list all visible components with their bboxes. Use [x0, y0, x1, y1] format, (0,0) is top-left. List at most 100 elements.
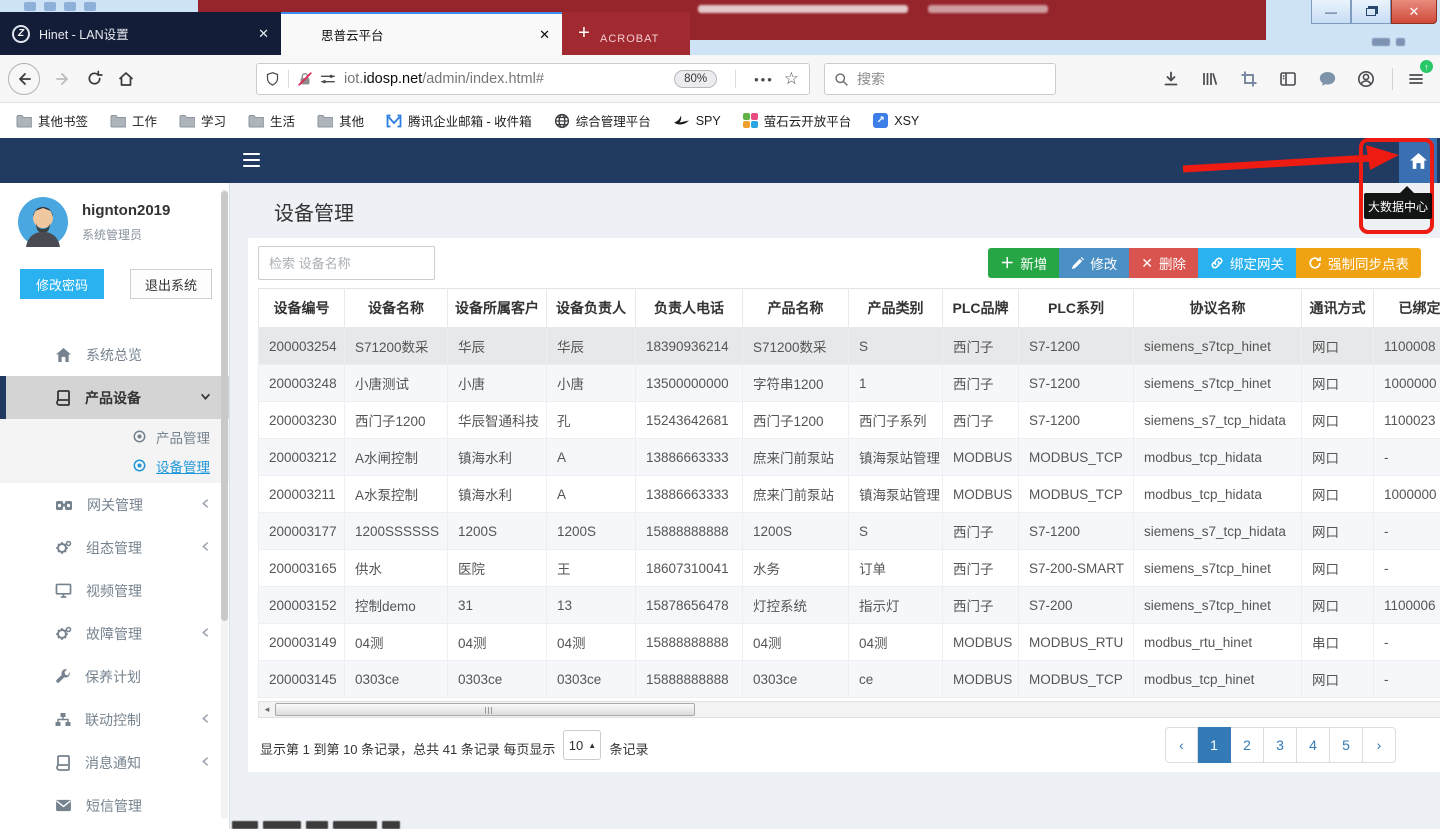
sidebar-item-device-mgmt[interactable]: 设备管理	[0, 451, 229, 480]
logout-button[interactable]: 退出系统	[130, 269, 212, 299]
sidebar-item-overview[interactable]: 系统总览	[0, 333, 229, 376]
sidebar-item-product-mgmt[interactable]: 产品管理	[0, 422, 229, 451]
insecure-lock-icon[interactable]	[297, 71, 313, 87]
sidebar-item-product-device[interactable]: 产品设备	[0, 376, 229, 419]
column-header[interactable]: 负责人电话	[636, 289, 743, 328]
column-header[interactable]: 设备所属客户	[448, 289, 547, 328]
forward-button[interactable]	[54, 70, 72, 88]
edit-button[interactable]: 修改	[1059, 248, 1129, 278]
app-menu-button[interactable]: ↑	[1401, 64, 1431, 94]
column-header[interactable]: 设备负责人	[547, 289, 636, 328]
prev-page-button[interactable]: ‹	[1165, 727, 1198, 763]
scrollbar-thumb[interactable]	[275, 703, 695, 716]
search-input[interactable]	[857, 71, 1037, 87]
close-tab-icon[interactable]: ✕	[539, 27, 550, 43]
next-page-button[interactable]: ›	[1363, 727, 1396, 763]
column-header[interactable]: 产品名称	[743, 289, 849, 328]
account-button[interactable]	[1351, 64, 1381, 94]
page-actions-icon[interactable]: •••	[754, 72, 774, 87]
table-row[interactable]: 200003152控制demo311315878656478灯控系统指示灯西门子…	[259, 587, 1440, 624]
bookmark-xsy[interactable]: ↗ XSY	[873, 113, 919, 128]
bookmark-ezviz[interactable]: 萤石云开放平台	[743, 111, 852, 130]
column-header[interactable]: 设备编号	[259, 289, 345, 328]
permissions-icon[interactable]	[320, 71, 336, 87]
url-bar[interactable]: iot.idosp.net/admin/index.html# 80% ••• …	[256, 63, 810, 95]
sidebar-item-sms[interactable]: 短信管理	[0, 784, 229, 827]
column-header[interactable]: PLC系列	[1019, 289, 1134, 328]
column-header[interactable]: 设备名称	[345, 289, 448, 328]
downloads-button[interactable]	[1156, 64, 1186, 94]
table-cell: 灯控系统	[743, 587, 849, 624]
close-tab-icon[interactable]: ✕	[258, 26, 269, 42]
chat-extension-button[interactable]	[1312, 64, 1342, 94]
page-button[interactable]: 4	[1297, 727, 1330, 763]
table-row[interactable]: 2000031450303ce0303ce0303ce1588888888803…	[259, 661, 1440, 698]
column-header[interactable]: PLC品牌	[943, 289, 1019, 328]
minimize-button[interactable]: —	[1311, 0, 1351, 24]
sidebar-item-message[interactable]: 消息通知	[0, 741, 229, 784]
sidebars-button[interactable]	[1273, 64, 1303, 94]
new-tab-button[interactable]: +	[570, 12, 598, 55]
reload-button[interactable]	[86, 70, 103, 87]
zoom-level-badge[interactable]: 80%	[674, 70, 717, 88]
change-password-button[interactable]: 修改密码	[20, 269, 104, 299]
bookmark-folder-other[interactable]: 其他书签	[16, 111, 88, 130]
table-cell: 200003230	[259, 402, 345, 439]
table-cell: 小唐	[448, 365, 547, 402]
bookmark-folder-work[interactable]: 工作	[110, 111, 157, 130]
bookmark-tencent-mail[interactable]: 腾讯企业邮箱 - 收件箱	[386, 111, 532, 130]
sidebar-collapse-icon[interactable]	[243, 153, 260, 167]
close-button[interactable]: ✕	[1391, 0, 1437, 24]
bookmark-star-icon[interactable]: ☆	[784, 69, 799, 89]
globe-icon	[554, 113, 570, 129]
table-row[interactable]: 200003230西门子1200华辰智通科技孔15243642681西门子120…	[259, 402, 1440, 439]
restore-button[interactable]	[1351, 0, 1391, 24]
library-button[interactable]	[1195, 64, 1225, 94]
back-button[interactable]	[8, 63, 40, 95]
device-search-input[interactable]	[258, 246, 435, 280]
sidebar-item-maintenance[interactable]: 保养计划	[0, 655, 229, 698]
delete-button[interactable]: ✕删除	[1129, 248, 1198, 278]
table-row[interactable]: 200003248小唐测试小唐小唐13500000000字符串12001西门子S…	[259, 365, 1440, 402]
table-row[interactable]: 200003254S71200数采华辰华辰18390936214S71200数采…	[259, 328, 1440, 365]
sidebar-item-video[interactable]: 视频管理	[0, 569, 229, 612]
bookmark-mgmt-platform[interactable]: 综合管理平台	[554, 111, 651, 130]
browser-search-box[interactable]	[824, 63, 1056, 95]
page-button[interactable]: 3	[1264, 727, 1297, 763]
tab-hinet[interactable]: Z Hinet - LAN设置 ✕	[0, 12, 281, 55]
bind-gateway-button[interactable]: 绑定网关	[1198, 248, 1296, 278]
page-button[interactable]: 2	[1231, 727, 1264, 763]
sidebar-item-label: 保养计划	[85, 667, 141, 687]
table-cell: 王	[547, 550, 636, 587]
tab-sipu-cloud[interactable]: 思普云平台 ✕	[281, 12, 562, 55]
column-header[interactable]: 通讯方式	[1302, 289, 1374, 328]
table-row[interactable]: 2000031771200SSSSSS1200S1200S15888888888…	[259, 513, 1440, 550]
add-button[interactable]: ＋新增	[988, 248, 1059, 278]
table-row[interactable]: 20000314904测04测04测1588888888804测04测MODBU…	[259, 624, 1440, 661]
sidebar-item-linkage[interactable]: 联动控制	[0, 698, 229, 741]
table-cell: 13500000000	[636, 365, 743, 402]
sidebar-scrollbar-thumb[interactable]	[221, 191, 228, 621]
page-button[interactable]: 5	[1330, 727, 1363, 763]
big-data-center-button[interactable]	[1399, 138, 1437, 183]
table-row[interactable]: 200003211A水泵控制镇海水利A13886663333庶来门前泵站镇海泵站…	[259, 476, 1440, 513]
bookmark-spy[interactable]: SPY	[673, 114, 721, 128]
scroll-left-icon[interactable]: ◂	[259, 702, 275, 717]
table-row[interactable]: 200003165供水医院王18607310041水务订单西门子S7-200-S…	[259, 550, 1440, 587]
column-header[interactable]: 产品类别	[849, 289, 943, 328]
horizontal-scrollbar[interactable]: ◂ ▸	[258, 701, 1440, 718]
bookmark-folder-study[interactable]: 学习	[179, 111, 226, 130]
sidebar-item-config[interactable]: 组态管理	[0, 526, 229, 569]
page-size-dropdown[interactable]: 10 ▲	[563, 730, 601, 760]
screenshot-button[interactable]	[1234, 64, 1264, 94]
bookmark-folder-life[interactable]: 生活	[248, 111, 295, 130]
sidebar-item-gateway[interactable]: 网关管理	[0, 483, 229, 526]
page-button[interactable]: 1	[1198, 727, 1231, 763]
table-row[interactable]: 200003212A水闸控制镇海水利A13886663333庶来门前泵站镇海泵站…	[259, 439, 1440, 476]
sidebar-item-fault[interactable]: 故障管理	[0, 612, 229, 655]
home-button[interactable]	[117, 70, 135, 88]
bookmark-folder-misc[interactable]: 其他	[317, 111, 364, 130]
force-sync-button[interactable]: 强制同步点表	[1296, 248, 1421, 278]
column-header[interactable]: 协议名称	[1134, 289, 1302, 328]
column-header[interactable]: 已绑定网关	[1374, 289, 1440, 328]
